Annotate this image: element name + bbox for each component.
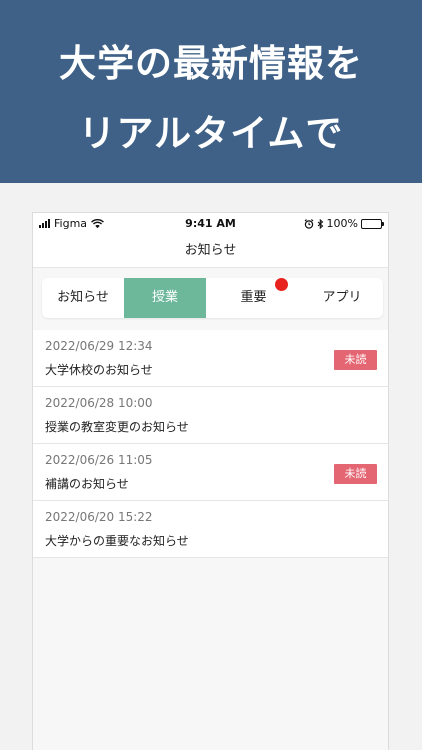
bluetooth-icon bbox=[317, 218, 323, 229]
unread-badge: 未読 bbox=[334, 464, 377, 484]
tab-label: アプリ bbox=[322, 290, 362, 305]
tab-classes[interactable]: 授業 bbox=[124, 278, 206, 318]
alarm-icon bbox=[304, 218, 313, 229]
tab-apps[interactable]: アプリ bbox=[301, 278, 383, 318]
notice-row[interactable]: 2022/06/26 11:05 補講のお知らせ 未読 bbox=[33, 444, 388, 501]
tab-label: 授業 bbox=[151, 290, 178, 305]
battery-icon bbox=[361, 218, 384, 229]
tab-important[interactable]: 重要 bbox=[206, 278, 301, 318]
status-bar-right: 100% bbox=[304, 217, 384, 230]
notice-row[interactable]: 2022/06/20 15:22 大学からの重要なお知らせ bbox=[33, 501, 388, 558]
tab-label: お知らせ bbox=[57, 290, 109, 305]
notification-dot bbox=[275, 278, 288, 291]
page-title: お知らせ bbox=[184, 243, 237, 258]
notice-title: 大学からの重要なお知らせ bbox=[45, 534, 189, 548]
notice-date: 2022/06/20 15:22 bbox=[45, 510, 153, 524]
notice-row[interactable]: 2022/06/28 10:00 授業の教室変更のお知らせ bbox=[33, 387, 388, 444]
notice-title: 授業の教室変更のお知らせ bbox=[45, 420, 189, 434]
notice-date: 2022/06/26 11:05 bbox=[45, 453, 153, 467]
notice-row[interactable]: 2022/06/29 12:34 大学休校のお知らせ 未読 bbox=[33, 330, 388, 387]
battery-percent: 100% bbox=[326, 217, 358, 230]
promo-banner: 大学の最新情報を リアルタイムで bbox=[0, 0, 422, 183]
status-bar: Figma 9:41 AM 100% bbox=[33, 213, 388, 234]
tab-label: 重要 bbox=[240, 290, 267, 305]
promo-headline-line2: リアルタイムで bbox=[78, 112, 344, 155]
category-tabs: お知らせ 授業 重要 アプリ bbox=[42, 278, 383, 318]
promo-headline-line1: 大学の最新情報を bbox=[59, 42, 363, 85]
notice-date: 2022/06/29 12:34 bbox=[45, 339, 153, 353]
tab-notices[interactable]: お知らせ bbox=[42, 278, 124, 318]
notice-date: 2022/06/28 10:00 bbox=[45, 396, 153, 410]
unread-badge: 未読 bbox=[334, 350, 377, 370]
navigation-bar: お知らせ bbox=[33, 234, 388, 268]
notice-title: 補講のお知らせ bbox=[45, 477, 129, 491]
notice-title: 大学休校のお知らせ bbox=[45, 363, 153, 377]
notice-list: 2022/06/29 12:34 大学休校のお知らせ 未読 2022/06/28… bbox=[33, 330, 388, 558]
phone-screen: Figma 9:41 AM 100% お知らせ お知らせ 授業 重要 アプリ 2… bbox=[32, 212, 389, 750]
